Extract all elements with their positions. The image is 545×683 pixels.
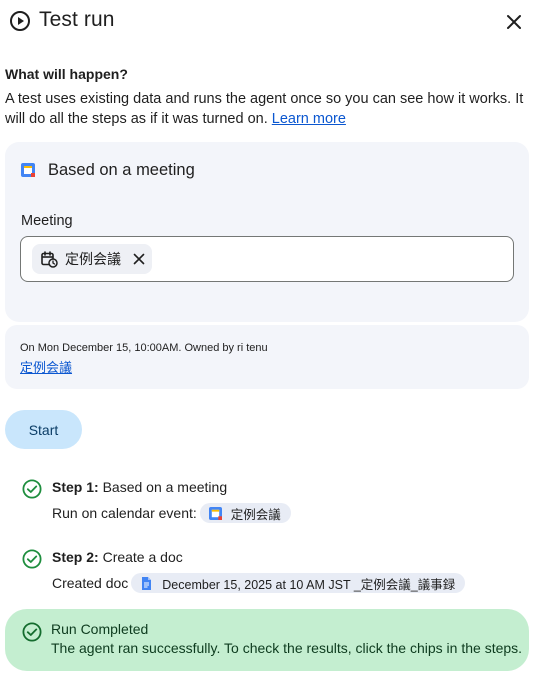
calendar-icon [208,506,222,520]
check-circle-icon [22,479,42,499]
trigger-title: Based on a meeting [48,160,195,179]
event-info-card: On Mon December 15, 10:00AM. Owned by ri… [5,325,529,389]
run-completed-title: Run Completed [51,621,149,637]
trigger-card: Based on a meeting Meeting 定例会議 [5,142,529,322]
docs-icon [142,576,152,590]
meeting-chip-label: 定例会議 [65,251,121,267]
run-completed-banner: Run Completed The agent ran successfully… [5,609,529,671]
check-circle-icon [22,622,42,642]
meeting-field[interactable]: 定例会議 [20,236,514,282]
remove-meeting-button[interactable] [131,251,147,267]
intro-description: A test uses existing data and runs the a… [5,91,524,127]
calendar-event-chip-label: 定例会議 [230,507,281,522]
close-icon [507,15,521,29]
test-run-panel: Test run What will happen? A test uses e… [0,0,545,683]
check-circle-icon [22,549,42,569]
calendar-clock-icon [41,251,58,268]
close-button[interactable] [501,9,527,35]
intro-heading: What will happen? [5,66,128,82]
start-button[interactable]: Start [5,410,82,449]
panel-title: Test run [39,8,115,31]
step-1-name: Based on a meeting [98,479,228,495]
trigger-title-row: Based on a meeting [21,158,195,182]
meeting-label: Meeting [21,213,73,229]
step-2-detail-text: Created doc [52,575,129,591]
event-meta: On Mon December 15, 10:00AM. Owned by ri… [20,342,268,354]
calendar-event-chip[interactable]: 定例会議 [199,503,291,523]
run-completed-text: The agent ran successfully. To check the… [51,640,523,656]
step-2-detail: Created doc December 15, 2025 at 10 AM J… [52,573,466,593]
panel-header: Test run [0,0,545,44]
step-1-title: Step 1: Based on a meeting [52,479,227,495]
created-doc-chip[interactable]: December 15, 2025 at 10 AM JST _定例会議_議事録 [131,573,466,593]
step-1-detail-text: Run on calendar event: [52,505,197,521]
step-2-title: Step 2: Create a doc [52,549,183,565]
play-circle-icon [10,11,30,31]
step-1-detail: Run on calendar event: 定例会議 [52,503,291,523]
intro-text: A test uses existing data and runs the a… [5,89,537,129]
step-2-name: Create a doc [98,549,183,565]
created-doc-chip-label: December 15, 2025 at 10 AM JST _定例会議_議事録 [162,577,456,592]
step-2-label: Step 2: [52,549,99,565]
meeting-chip[interactable]: 定例会議 [32,244,152,274]
learn-more-link[interactable]: Learn more [272,111,346,127]
step-1-label: Step 1: [52,479,99,495]
event-link[interactable]: 定例会議 [20,357,72,376]
calendar-icon [21,163,35,177]
close-icon [133,253,145,265]
